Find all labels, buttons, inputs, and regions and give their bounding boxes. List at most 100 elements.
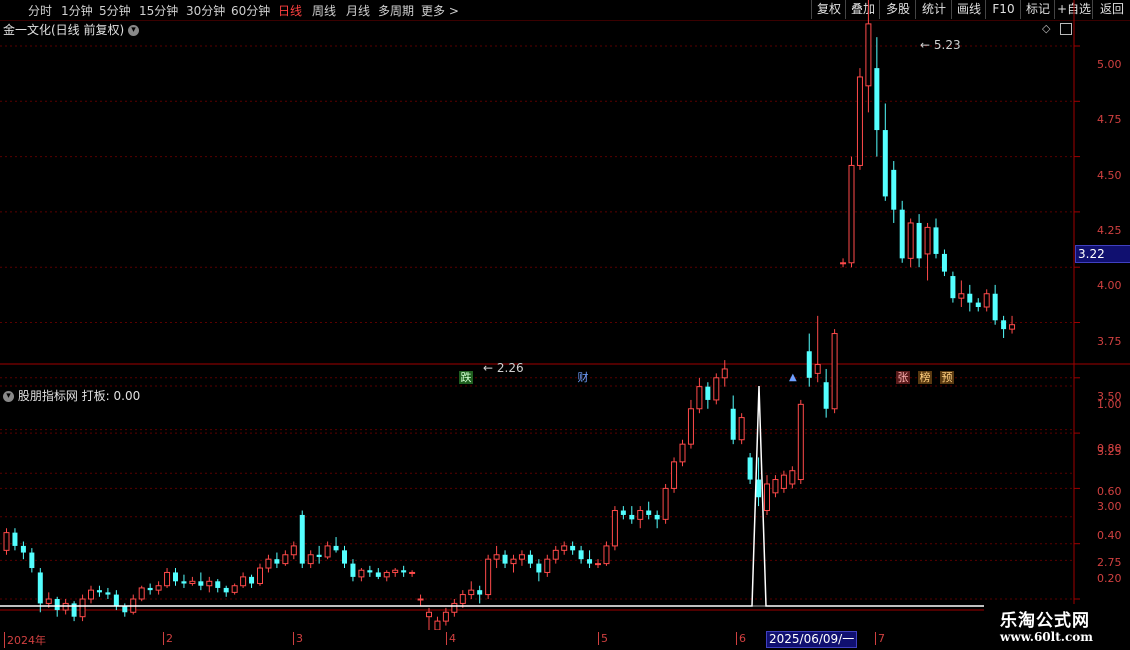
candle-body: [967, 293, 973, 303]
indicator-tick-label: 0.40: [1097, 528, 1122, 542]
candle-body: [206, 580, 213, 587]
watermark-title: 乐淘公式网: [1000, 611, 1090, 631]
candle-body: [907, 222, 914, 259]
marker-arrow-icon[interactable]: ▲: [789, 372, 797, 383]
candle-body: [358, 569, 365, 578]
candle-body: [147, 587, 153, 591]
candle-body: [290, 545, 297, 556]
candle-body: [587, 559, 593, 564]
candle-body: [181, 581, 187, 584]
candle-body: [882, 130, 888, 197]
candle-body: [721, 368, 728, 379]
indicator-name: 打板:: [81, 389, 110, 403]
candle-body: [747, 457, 753, 480]
candle-body: [417, 598, 424, 601]
candle-body: [856, 76, 863, 166]
diamond-icon[interactable]: ◇: [1042, 22, 1050, 35]
candle-body: [45, 598, 52, 604]
candle-body: [20, 545, 26, 553]
candle-body: [814, 364, 821, 374]
date-tick-label: 4: [446, 632, 456, 645]
candle-body: [764, 483, 770, 512]
candle-body: [485, 558, 492, 596]
candle-body: [654, 514, 660, 520]
candle-body: [730, 408, 736, 440]
price-tick-label: 3.75: [1097, 334, 1122, 348]
candle-body: [468, 589, 475, 596]
candle-body: [451, 602, 458, 613]
indicator-tick-label: 0.80: [1097, 441, 1122, 455]
candle-body: [899, 209, 905, 259]
marker-cai[interactable]: 财: [576, 371, 590, 384]
candle-body: [933, 227, 939, 254]
candle-body: [696, 386, 703, 410]
candle-body: [164, 571, 171, 587]
candle-body: [342, 550, 347, 564]
candle-body: [705, 386, 711, 400]
candle-body: [780, 474, 787, 489]
candle-body: [595, 563, 601, 566]
candle-body: [392, 569, 399, 573]
date-tick-label: 2: [163, 632, 173, 645]
candle-body: [223, 587, 229, 593]
candle-body: [274, 559, 280, 564]
candle-body: [1001, 320, 1007, 330]
candle-body: [155, 585, 162, 591]
candle-body: [493, 554, 500, 560]
candle-body: [544, 558, 551, 573]
candle-body: [510, 558, 517, 565]
indicator-line: [0, 385, 984, 607]
indicator-series-line: [0, 385, 984, 607]
candle-body: [772, 479, 779, 494]
candle-body: [662, 487, 669, 520]
low-price-value: 2.26: [496, 361, 524, 375]
stock-title-text: 金一文化(日线 前复权): [3, 23, 125, 37]
panel-toggle-icon[interactable]: [1060, 23, 1072, 35]
candle-body: [958, 293, 965, 299]
candle-body: [105, 592, 111, 595]
candle-body: [442, 611, 449, 622]
price-tick-label: 4.25: [1097, 223, 1122, 237]
candle-body: [37, 572, 43, 604]
candle-body: [375, 572, 381, 577]
marker-die[interactable]: 跌: [459, 371, 473, 384]
candle-body: [477, 590, 483, 595]
stock-title[interactable]: 金一文化(日线 前复权) ▾: [3, 21, 140, 38]
chevron-down-icon[interactable]: ▾: [128, 25, 140, 36]
candle-body: [806, 351, 812, 378]
candle-body: [561, 545, 568, 551]
main-grid: [0, 45, 1080, 600]
candle-body: [637, 510, 644, 520]
candle-body: [797, 403, 804, 481]
candle-body: [249, 576, 255, 584]
candle-body: [756, 479, 762, 498]
candle-body: [738, 417, 745, 441]
indicator-title[interactable]: ▾ 股朋指标网 打板: 0.00: [3, 387, 140, 404]
candle-body: [611, 510, 618, 547]
candle-body: [789, 470, 796, 485]
chevron-down-icon[interactable]: ▾: [3, 391, 14, 402]
candle-body: [578, 550, 584, 560]
candle-body: [307, 554, 314, 565]
marker-zhang[interactable]: 张: [896, 371, 910, 384]
candle-body: [367, 570, 373, 573]
candle-body: [12, 532, 18, 546]
candle-body: [173, 572, 178, 582]
marker-bang[interactable]: 榜: [918, 371, 932, 384]
candles: [3, 0, 1016, 630]
candle-body: [198, 581, 204, 586]
candle-body: [3, 532, 10, 551]
date-tick-label: 7: [875, 632, 885, 645]
date-tick-label: 6: [736, 632, 746, 645]
low-price-label: ← 2.26: [483, 361, 524, 375]
current-price-tag: 3.22: [1075, 245, 1130, 263]
candle-body: [679, 443, 686, 463]
marker-yu[interactable]: 预: [940, 371, 954, 384]
candle-body: [924, 226, 931, 255]
candle-body: [671, 461, 678, 489]
candle-body: [823, 382, 829, 409]
candle-body: [189, 580, 196, 585]
candle-body: [831, 333, 838, 410]
candle-body: [687, 408, 694, 445]
candle-body: [536, 563, 542, 573]
